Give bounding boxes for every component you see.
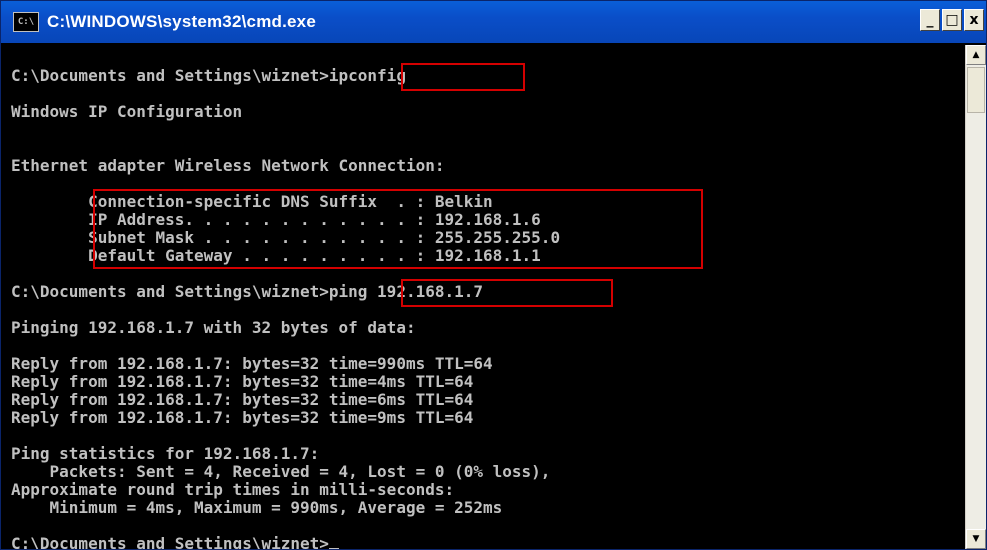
- highlight-ipconfig: [401, 63, 525, 91]
- title-bar[interactable]: C:\ C:\WINDOWS\system32\cmd.exe _ □ x: [1, 1, 986, 43]
- arrow-down-icon[interactable]: ▼: [966, 529, 986, 549]
- final-prompt-text: C:\Documents and Settings\wiznet>: [11, 534, 329, 550]
- console-line-packets: Packets: Sent = 4, Received = 4, Lost = …: [11, 462, 551, 481]
- highlight-ip-details: [93, 189, 703, 269]
- vertical-scrollbar[interactable]: ▲ ▼: [965, 45, 986, 549]
- console-line-final-prompt: C:\Documents and Settings\wiznet>: [11, 535, 339, 549]
- highlight-ping: [401, 279, 613, 307]
- console-output[interactable]: C:\Documents and Settings\wiznet>ipconfi…: [3, 45, 966, 549]
- close-button[interactable]: x: [964, 9, 984, 31]
- scrollbar-thumb[interactable]: [967, 67, 985, 113]
- console-line-ip-config-header: Windows IP Configuration: [11, 102, 243, 121]
- console-line-rtt-values: Minimum = 4ms, Maximum = 990ms, Average …: [11, 498, 503, 517]
- maximize-button[interactable]: □: [942, 9, 962, 31]
- console-line-reply-4: Reply from 192.168.1.7: bytes=32 time=9m…: [11, 408, 474, 427]
- console-line-prompt-ipconfig: C:\Documents and Settings\wiznet>ipconfi…: [11, 66, 406, 85]
- minimize-button[interactable]: _: [920, 9, 940, 31]
- console-line-reply-1: Reply from 192.168.1.7: bytes=32 time=99…: [11, 354, 493, 373]
- cmd-icon[interactable]: C:\: [13, 12, 39, 32]
- console-line-pinging: Pinging 192.168.1.7 with 32 bytes of dat…: [11, 318, 416, 337]
- console-line-reply-2: Reply from 192.168.1.7: bytes=32 time=4m…: [11, 372, 474, 391]
- window-controls: _ □ x: [920, 9, 984, 31]
- arrow-up-icon[interactable]: ▲: [966, 45, 986, 65]
- cmd-window: C:\ C:\WINDOWS\system32\cmd.exe _ □ x C:…: [0, 0, 987, 550]
- console-line-adapter: Ethernet adapter Wireless Network Connec…: [11, 156, 445, 175]
- console-line-rtt-header: Approximate round trip times in milli-se…: [11, 480, 455, 499]
- console-line-reply-3: Reply from 192.168.1.7: bytes=32 time=6m…: [11, 390, 474, 409]
- console-line-ping-stats: Ping statistics for 192.168.1.7:: [11, 444, 320, 463]
- text-cursor: [328, 548, 339, 549]
- window-title: C:\WINDOWS\system32\cmd.exe: [47, 12, 316, 31]
